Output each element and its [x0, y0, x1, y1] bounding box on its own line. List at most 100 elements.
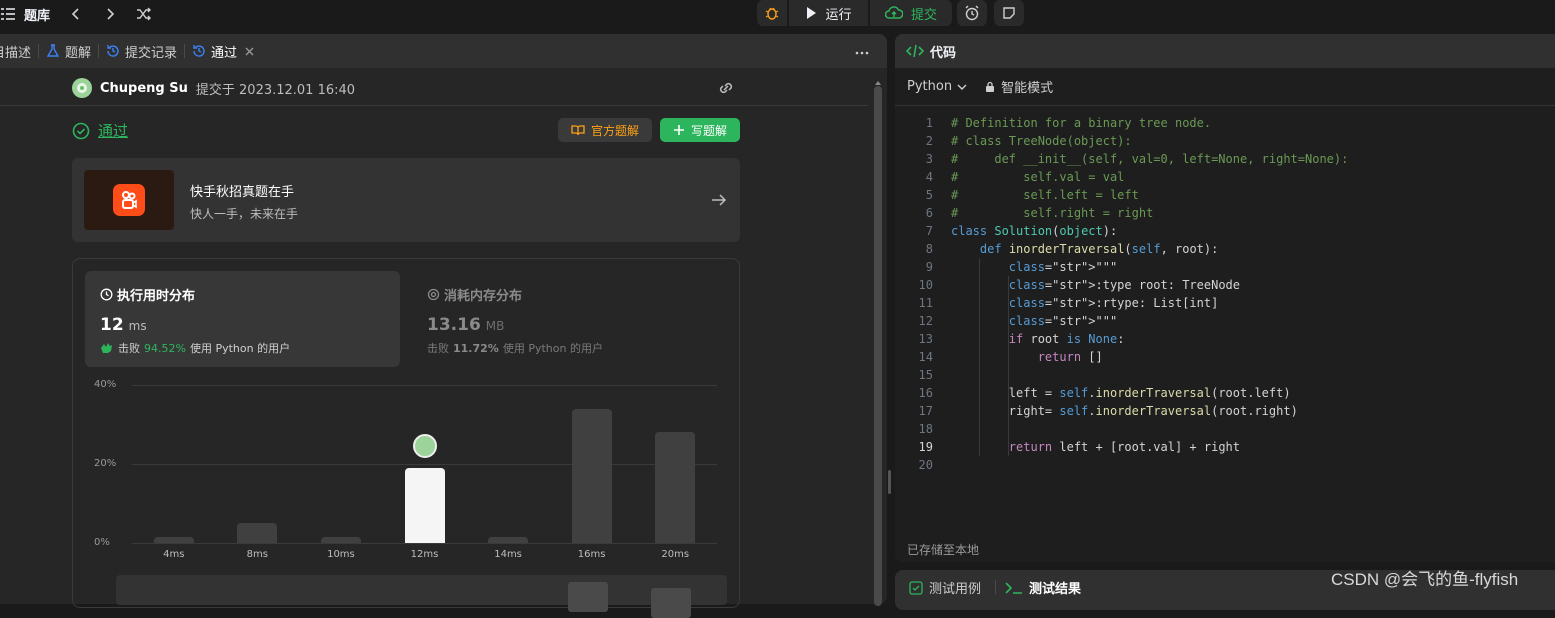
scroll-up-icon[interactable] — [874, 72, 882, 85]
chart-bar[interactable] — [320, 537, 361, 543]
code-line[interactable]: # Definition for a binary tree node. — [951, 114, 1211, 132]
line-number: 7 — [925, 224, 933, 238]
code-line[interactable]: return left + [root.val] + right — [951, 438, 1240, 456]
line-number: 13 — [918, 332, 933, 346]
alarm-clock-icon — [964, 5, 980, 21]
notes-button[interactable] — [994, 0, 1024, 26]
code-line[interactable]: class Solution(object): — [951, 222, 1117, 240]
chip-icon — [427, 288, 440, 301]
status-accepted[interactable]: 通过 — [98, 120, 128, 141]
indent-guide — [1008, 276, 1009, 456]
code-line[interactable]: def inorderTraversal(self, root): — [951, 240, 1218, 258]
test-result-label: 测试结果 — [1029, 582, 1082, 597]
y-tick-label: 20% — [94, 458, 117, 469]
runtime-title-row: 执行用时分布 — [100, 285, 195, 304]
chart-gridline — [132, 464, 717, 465]
code-panel-header: 代码 — [895, 34, 1555, 68]
minimap-bar — [568, 582, 608, 612]
top-bar: 题库 运行 提交 — [0, 0, 1555, 28]
tab-solutions[interactable]: 题解 — [39, 34, 98, 68]
chevron-left-icon — [70, 7, 82, 21]
x-tick-label: 20ms — [661, 549, 690, 560]
submit-button[interactable]: 提交 — [870, 0, 952, 26]
chart-bar[interactable] — [571, 408, 612, 543]
chart-bar[interactable] — [237, 523, 278, 543]
panel-resize-handle[interactable] — [888, 470, 891, 494]
tab-accepted-label: 通过 — [211, 45, 238, 61]
code-line[interactable]: class="str">:rtype: List[int] — [951, 294, 1219, 312]
runtime-card[interactable]: 执行用时分布 12 ms 击败 94.52% 使用 Python 的用户 — [85, 271, 400, 367]
submission-header: Chupeng Su 提交于 2023.12.01 16:40 — [72, 78, 355, 98]
memory-beats-label: 击败 — [427, 342, 449, 355]
chart-bar[interactable] — [655, 432, 696, 543]
run-button[interactable]: 运行 — [789, 0, 868, 26]
write-solution-button[interactable]: 写题解 — [660, 118, 740, 142]
more-options-icon[interactable] — [855, 44, 869, 59]
smart-mode-toggle[interactable]: 智能模式 — [985, 77, 1053, 96]
code-line[interactable]: right= self.inorderTraversal(root.right) — [951, 402, 1298, 420]
code-line[interactable]: class="str">""" — [951, 258, 1117, 276]
language-select[interactable]: Python — [907, 79, 967, 94]
memory-value-row: 13.16 MB — [427, 315, 504, 335]
code-line[interactable]: # def __init__(self, val=0, left=None, r… — [951, 150, 1348, 168]
indent-guide — [979, 258, 980, 456]
code-line[interactable]: # self.right = right — [951, 204, 1153, 222]
random-problem-button[interactable] — [136, 0, 152, 28]
editor-toolbar: Python 智能模式 — [895, 68, 1555, 106]
tab-test-case[interactable]: 测试用例 — [909, 578, 981, 597]
line-number: 4 — [925, 170, 933, 184]
tab-test-result[interactable]: 测试结果 — [1005, 578, 1081, 597]
runtime-beats-suffix: 使用 Python 的用户 — [189, 342, 291, 355]
code-line[interactable]: class="str">:type root: TreeNode — [951, 276, 1240, 294]
code-line[interactable]: return [] — [951, 348, 1103, 366]
left-tabs: 目描述 题解 提交记录 通过 — [0, 34, 887, 68]
runtime-beats-row: 击败 94.52% 使用 Python 的用户 — [100, 340, 290, 356]
code-editor[interactable]: 1 # Definition for a binary tree node. 2 # … — [895, 114, 1555, 494]
line-number: 9 — [925, 260, 933, 274]
next-problem-button[interactable] — [104, 0, 116, 28]
problem-bank-link[interactable]: 题库 — [0, 0, 50, 28]
code-line[interactable]: # class TreeNode(object): — [951, 132, 1132, 150]
chart-bar[interactable] — [488, 537, 529, 543]
link-icon[interactable] — [716, 80, 736, 100]
runtime-unit: ms — [128, 319, 147, 333]
x-tick-label: 4ms — [163, 549, 185, 560]
timer-button[interactable] — [957, 0, 987, 26]
line-number: 10 — [918, 278, 933, 292]
code-line[interactable]: left = self.inorderTraversal(root.left) — [951, 384, 1291, 402]
debug-button[interactable] — [757, 0, 787, 26]
code-line[interactable]: if root is None: — [951, 330, 1125, 348]
line-number: 16 — [918, 386, 933, 400]
username[interactable]: Chupeng Su — [100, 81, 188, 96]
memory-title-row: 消耗内存分布 — [427, 285, 522, 304]
test-case-label: 测试用例 — [929, 582, 982, 597]
promo-card[interactable]: 快手秋招真题在手 快人一手，未来在手 — [72, 158, 740, 242]
tab-accepted[interactable]: 通过 — [185, 34, 261, 68]
memory-card[interactable]: 消耗内存分布 13.16 MB 击败 11.72% 使用 Python 的用户 — [427, 271, 727, 367]
tab-description[interactable]: 目描述 — [0, 34, 38, 68]
avatar[interactable] — [72, 78, 92, 98]
runtime-beats-pct: 94.52% — [144, 341, 186, 355]
plus-icon — [673, 124, 685, 136]
scrollbar[interactable] — [872, 72, 884, 606]
chart-bar[interactable] — [404, 467, 445, 543]
x-tick-label: 12ms — [410, 549, 439, 560]
close-icon[interactable] — [245, 47, 254, 56]
history-icon — [192, 44, 206, 58]
line-number: 12 — [918, 314, 933, 328]
runtime-title: 执行用时分布 — [117, 289, 196, 304]
chart-bar[interactable] — [153, 537, 194, 543]
tab-submissions[interactable]: 提交记录 — [99, 34, 184, 68]
runtime-beats-label: 击败 — [118, 342, 140, 355]
prev-problem-button[interactable] — [70, 0, 82, 28]
line-number: 17 — [918, 404, 933, 418]
scroll-thumb[interactable] — [874, 86, 882, 606]
code-line[interactable]: # self.left = left — [951, 186, 1139, 204]
official-solution-button[interactable]: 官方题解 — [558, 118, 652, 142]
code-line[interactable]: class="str">""" — [951, 312, 1117, 330]
code-line[interactable]: # self.val = val — [951, 168, 1124, 186]
y-tick-label: 40% — [94, 379, 117, 390]
book-icon — [571, 124, 585, 136]
editor-status: 已存储至本地 — [895, 536, 1555, 562]
x-tick-label: 16ms — [577, 549, 606, 560]
